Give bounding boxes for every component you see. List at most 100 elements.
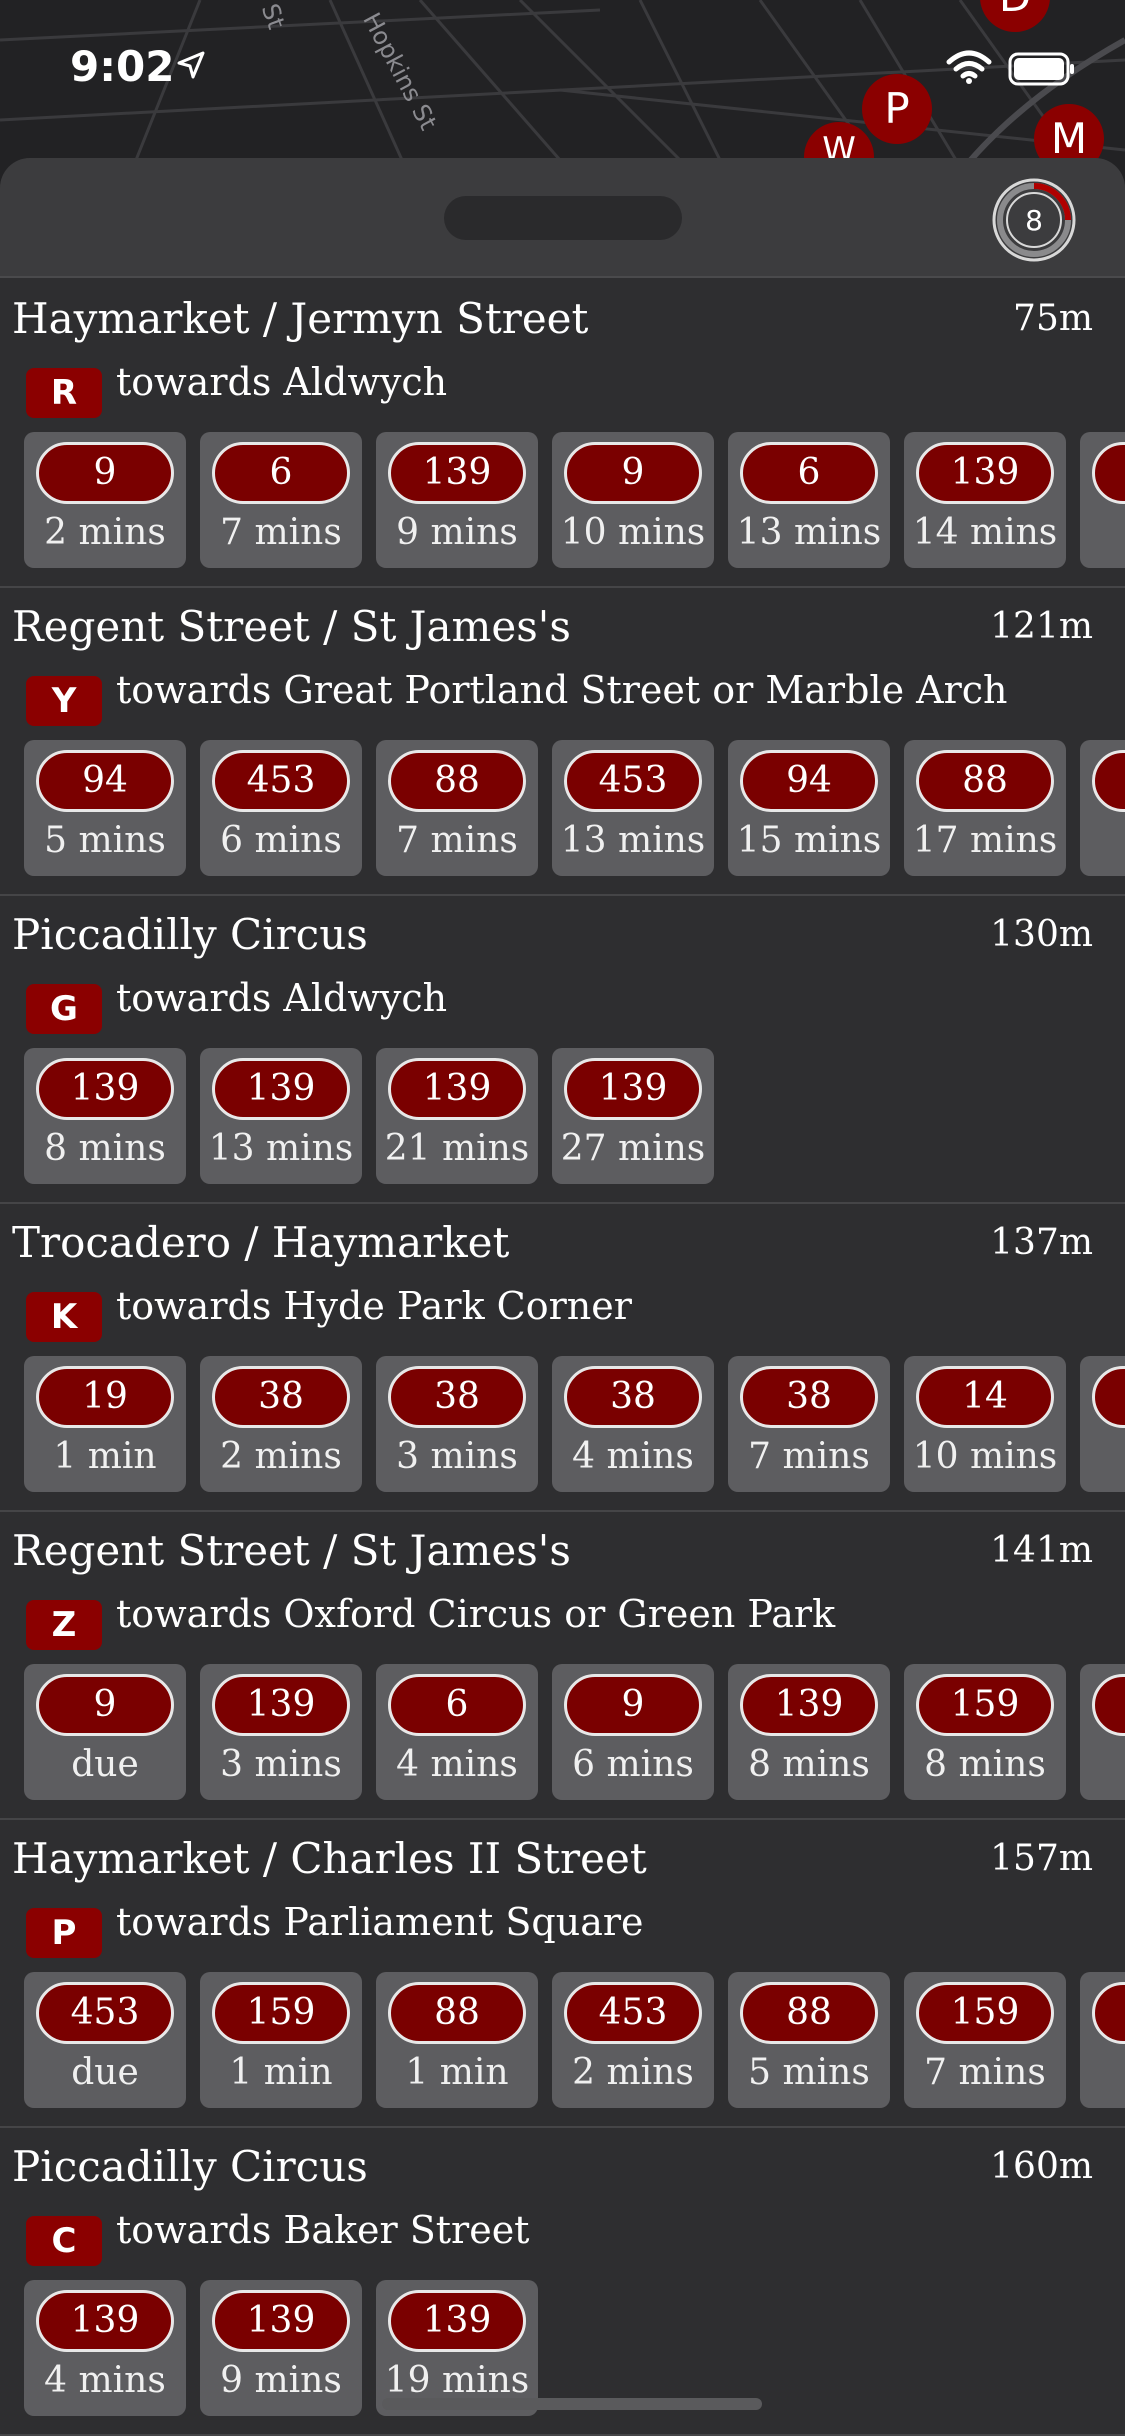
arrival-card[interactable]: 9 2 mins [24, 432, 186, 568]
stop-list[interactable]: Haymarket / Jermyn Street 75m Rtowards Ald… [0, 280, 1125, 2436]
arrival-card[interactable]: 139 8 mins [728, 1664, 890, 1800]
arrival-eta: 14 mins [912, 512, 1058, 553]
arrival-card[interactable]: 19 1 min [24, 1356, 186, 1492]
arrival-card[interactable]: 94 5 mins [24, 740, 186, 876]
arrival-eta: 4 mins [396, 1744, 518, 1785]
arrival-card[interactable]: 9 10 mins [552, 432, 714, 568]
arrivals-scroller[interactable]: 94 5 mins 453 6 mins 88 7 mins 453 13 mins 94 15 … [24, 740, 1125, 880]
route-number-badge: 6 [388, 1674, 526, 1736]
arrival-card[interactable]: 139 9 mins [200, 2280, 362, 2416]
arrival-card[interactable]: 139 21 mins [376, 1048, 538, 1184]
arrival-card[interactable]: 139 19 mins [376, 2280, 538, 2416]
route-number-badge [1092, 750, 1125, 812]
arrival-card[interactable]: 9 due [24, 1664, 186, 1800]
arrival-eta: 3 mins [220, 1744, 342, 1785]
route-number-badge [1092, 1674, 1125, 1736]
route-number-badge [1092, 1366, 1125, 1428]
arrival-card[interactable] [1080, 1356, 1125, 1492]
arrival-card[interactable]: 139 8 mins [24, 1048, 186, 1184]
arrival-card[interactable]: 139 14 mins [904, 432, 1066, 568]
arrival-card[interactable]: 38 4 mins [552, 1356, 714, 1492]
sheet-grabber[interactable] [444, 196, 682, 240]
arrival-card[interactable]: 6 7 mins [200, 432, 362, 568]
arrivals-scroller[interactable]: 9 2 mins 6 7 mins 139 9 mins 9 10 mins 6 13 mins 1… [24, 432, 1125, 572]
arrival-card[interactable]: 94 15 mins [728, 740, 890, 876]
arrival-card[interactable]: 139 3 mins [200, 1664, 362, 1800]
arrival-card[interactable]: 88 1 min [376, 1972, 538, 2108]
arrival-eta: 7 mins [924, 2052, 1046, 2093]
stop-row[interactable]: Regent Street / St James's 141m Ztowards O… [0, 1512, 1125, 1820]
route-number-badge: 6 [740, 442, 878, 504]
arrival-card[interactable]: 38 3 mins [376, 1356, 538, 1492]
arrivals-scroller[interactable]: 9 due 139 3 mins 6 4 mins 9 6 mins 139 8 mins 159 8… [24, 1664, 1125, 1804]
arrival-card[interactable]: 6 13 mins [728, 432, 890, 568]
arrival-card[interactable]: 453 6 mins [200, 740, 362, 876]
arrival-card[interactable]: 9 6 mins [552, 1664, 714, 1800]
arrival-card[interactable] [1080, 432, 1125, 568]
arrival-eta: due [71, 1744, 139, 1785]
arrival-card[interactable]: 159 1 min [200, 1972, 362, 2108]
arrival-card[interactable]: 453 2 mins [552, 1972, 714, 2108]
arrival-eta: 13 mins [736, 512, 882, 553]
arrival-eta: 4 mins [572, 1436, 694, 1477]
route-number-badge: 139 [916, 442, 1054, 504]
stop-row[interactable]: Haymarket / Jermyn Street 75m Rtowards Ald… [0, 280, 1125, 588]
arrival-eta: 6 mins [220, 820, 342, 861]
route-number-badge: 139 [388, 442, 526, 504]
stop-row[interactable]: Regent Street / St James's 121m Ytowards G… [0, 588, 1125, 896]
arrival-card[interactable]: 453 due [24, 1972, 186, 2108]
route-number-badge: 6 [212, 442, 350, 504]
arrivals-scroller[interactable]: 139 8 mins 139 13 mins 139 21 mins 139 27 mins [24, 1048, 1125, 1188]
status-time: 9:02 [70, 42, 175, 91]
arrival-card[interactable]: 139 4 mins [24, 2280, 186, 2416]
arrivals-scroller[interactable]: 453 due 159 1 min 88 1 min 453 2 mins 88 5 mins 15… [24, 1972, 1125, 2112]
countdown-value: 8 [1025, 204, 1043, 237]
stop-row[interactable]: Piccadilly Circus 130m Gtowards Aldwych 139… [0, 896, 1125, 1204]
arrival-card[interactable]: 14 10 mins [904, 1356, 1066, 1492]
stop-row[interactable]: Piccadilly Circus 160m Ctowards Baker Stre… [0, 2128, 1125, 2436]
arrival-card[interactable]: 159 7 mins [904, 1972, 1066, 2108]
route-number-badge [1092, 442, 1125, 504]
arrival-card[interactable]: 38 2 mins [200, 1356, 362, 1492]
arrival-card[interactable] [1080, 1972, 1125, 2108]
stop-distance: 130m [990, 914, 1093, 955]
arrivals-scroller[interactable]: 19 1 min 38 2 mins 38 3 mins 38 4 mins 38 7 mins 1… [24, 1356, 1125, 1496]
arrival-card[interactable]: 159 8 mins [904, 1664, 1066, 1800]
route-number-badge: 453 [564, 1982, 702, 2044]
refresh-countdown[interactable]: 8 [990, 176, 1078, 264]
location-arrow-icon [177, 51, 205, 79]
arrival-card[interactable] [1080, 740, 1125, 876]
route-number-badge: 453 [564, 750, 702, 812]
route-number-badge: 139 [36, 2290, 174, 2352]
stop-name: Regent Street / St James's [12, 602, 571, 651]
arrival-card[interactable] [1080, 1664, 1125, 1800]
route-number-badge: 88 [740, 1982, 878, 2044]
stop-distance: 141m [990, 1530, 1093, 1571]
stop-distance: 121m [990, 606, 1093, 647]
route-number-badge: 38 [740, 1366, 878, 1428]
arrival-eta: 17 mins [912, 820, 1058, 861]
stop-row[interactable]: Trocadero / Haymarket 137m Ktowards Hyde P… [0, 1204, 1125, 1512]
route-number-badge: 38 [564, 1366, 702, 1428]
arrival-card[interactable]: 88 7 mins [376, 740, 538, 876]
arrival-eta: 7 mins [396, 820, 518, 861]
stop-row[interactable]: Haymarket / Charles II Street 157m Ptoward… [0, 1820, 1125, 2128]
arrival-card[interactable]: 88 17 mins [904, 740, 1066, 876]
arrival-eta: 1 min [405, 2052, 509, 2093]
arrival-eta: 27 mins [560, 1128, 706, 1169]
arrival-card[interactable]: 139 9 mins [376, 432, 538, 568]
route-number-badge: 14 [916, 1366, 1054, 1428]
arrival-card[interactable]: 6 4 mins [376, 1664, 538, 1800]
stop-name: Piccadilly Circus [12, 2142, 368, 2191]
countdown-ring-icon: 8 [992, 178, 1076, 262]
arrival-card[interactable]: 139 27 mins [552, 1048, 714, 1184]
arrival-card[interactable]: 38 7 mins [728, 1356, 890, 1492]
arrival-card[interactable]: 453 13 mins [552, 740, 714, 876]
arrival-card[interactable]: 139 13 mins [200, 1048, 362, 1184]
arrival-eta: 8 mins [44, 1128, 166, 1169]
route-number-badge: 139 [564, 1058, 702, 1120]
stop-name: Haymarket / Charles II Street [12, 1834, 647, 1883]
stop-name: Regent Street / St James's [12, 1526, 571, 1575]
arrival-card[interactable]: 88 5 mins [728, 1972, 890, 2108]
arrival-eta: 7 mins [220, 512, 342, 553]
